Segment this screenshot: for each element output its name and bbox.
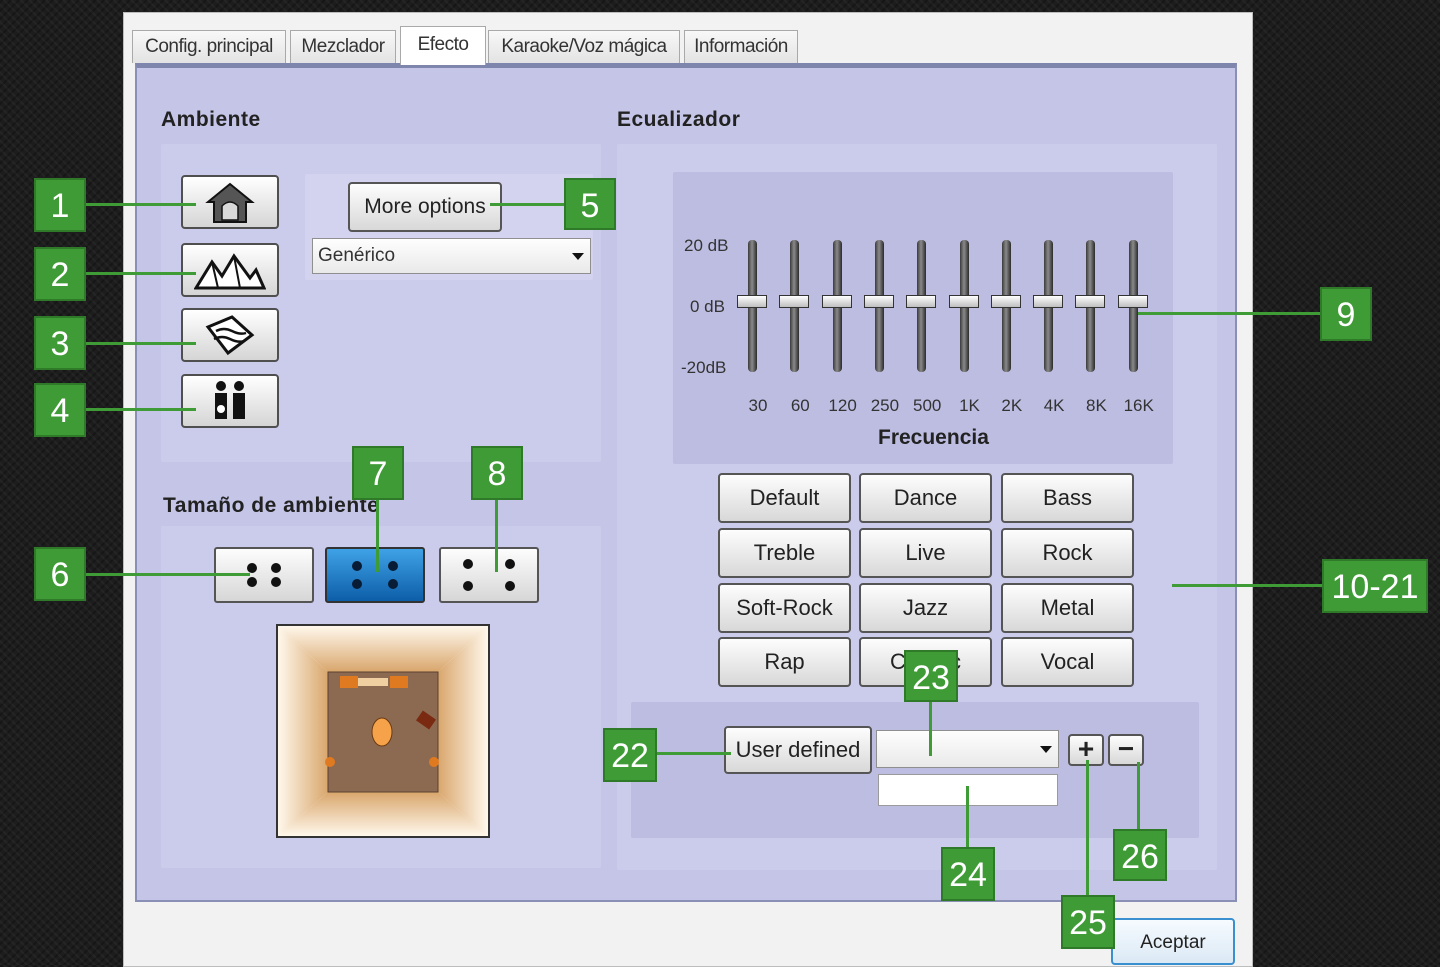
ambience-house-button[interactable] (181, 175, 279, 229)
callout-5: 5 (564, 178, 616, 230)
tamano-title: Tamaño de ambiente (163, 494, 380, 517)
eq-band-label: 500 (913, 396, 942, 415)
callout-8: 8 (471, 446, 523, 500)
medium-room-icon (350, 561, 400, 589)
callout-22: 22 (603, 728, 657, 782)
chevron-down-icon (1040, 746, 1052, 753)
callout-3: 3 (34, 316, 86, 370)
user-defined-panel (631, 702, 1199, 838)
eq-preset-default-button[interactable]: Default (718, 473, 851, 523)
user-preset-select[interactable] (876, 730, 1059, 768)
room-preview (276, 624, 490, 838)
ambiente-title: Ambiente (161, 108, 261, 131)
eq-preset-rock-button[interactable]: Rock (1001, 528, 1134, 578)
tab-karaoke[interactable]: Karaoke/Voz mágica (488, 30, 680, 63)
room-visualization (278, 626, 488, 836)
callout-leader-5 (490, 203, 570, 206)
ambience-water-button[interactable] (181, 308, 279, 362)
eq-preset-treble-button[interactable]: Treble (718, 528, 851, 578)
ambience-preset-value: Genérico (318, 245, 396, 266)
tab-config-principal[interactable]: Config. principal (132, 30, 286, 63)
eq-slider-thumb-8K[interactable] (1075, 295, 1106, 308)
callout-leader-7 (376, 500, 379, 572)
tab-efecto[interactable]: Efecto (400, 26, 486, 65)
ecualizador-title: Ecualizador (617, 108, 741, 131)
eq-slider-thumb-60[interactable] (779, 295, 810, 308)
eq-band-label: 120 (828, 396, 857, 415)
eq-preset-metal-button[interactable]: Metal (1001, 583, 1134, 633)
db-bottom-label: -20dB (681, 358, 727, 377)
callout-leader-9 (1138, 312, 1322, 315)
ambience-mountains-button[interactable] (181, 243, 279, 297)
callout-leader-23 (929, 700, 932, 756)
room-size-medium-button[interactable] (325, 547, 425, 603)
water-icon (205, 315, 255, 356)
people-icon (215, 381, 245, 419)
callout-4: 4 (34, 383, 86, 437)
eq-preset-dance-button[interactable]: Dance (859, 473, 992, 523)
callout-leader-10-21 (1172, 584, 1324, 587)
eq-band-label: 60 (790, 396, 810, 415)
eq-preset-bass-button[interactable]: Bass (1001, 473, 1134, 523)
callout-leader-26 (1137, 762, 1140, 832)
tab-informacion[interactable]: Información (684, 30, 798, 63)
eq-band-label: 250 (870, 396, 900, 415)
ambience-preset-select[interactable]: Genérico (312, 238, 591, 274)
callout-6: 6 (34, 547, 86, 601)
eq-band-label: 4K (1043, 396, 1065, 415)
user-defined-button[interactable]: User defined (724, 726, 872, 774)
eq-preset-rap-button[interactable]: Rap (718, 637, 851, 687)
eq-slider-thumb-500[interactable] (906, 295, 937, 308)
callout-23: 23 (904, 650, 958, 702)
eq-band-label: 16K (1123, 396, 1154, 415)
eq-slider-thumb-4K[interactable] (1033, 295, 1064, 308)
mountains-icon (194, 253, 266, 290)
house-icon (205, 182, 255, 223)
eq-slider-thumb-30[interactable] (737, 295, 767, 308)
callout-9: 9 (1320, 287, 1372, 341)
eq-preset-jazz-button[interactable]: Jazz (859, 583, 992, 633)
callout-26: 26 (1113, 829, 1167, 881)
callout-leader-3 (86, 342, 196, 345)
callout-7: 7 (352, 446, 404, 500)
callout-leader-22 (655, 752, 731, 755)
large-room-icon (461, 559, 517, 591)
more-options-button[interactable]: More options (348, 182, 502, 232)
callout-leader-4 (86, 408, 196, 411)
frequency-axis-label: Frecuencia (878, 426, 989, 449)
room-size-large-button[interactable] (439, 547, 539, 603)
eq-slider-thumb-16K[interactable] (1117, 295, 1148, 308)
callout-leader-6 (86, 573, 250, 576)
callout-1: 1 (34, 178, 86, 232)
callout-24: 24 (941, 847, 995, 901)
callout-25: 25 (1061, 895, 1115, 949)
eq-band-label: 2K (1001, 396, 1023, 415)
chevron-down-icon (572, 253, 584, 260)
db-top-label: 20 dB (684, 236, 729, 255)
tab-mezclador[interactable]: Mezclador (290, 30, 396, 63)
eq-slider-thumb-1K[interactable] (948, 295, 979, 308)
callout-leader-24 (966, 786, 969, 848)
small-room-icon (245, 563, 283, 587)
callout-leader-2 (86, 272, 196, 275)
eq-slider-thumb-250[interactable] (863, 295, 894, 308)
callout-2: 2 (34, 247, 86, 301)
eq-slider-thumb-2K[interactable] (990, 295, 1021, 308)
callout-leader-25 (1086, 760, 1089, 896)
eq-preset-softrock-button[interactable]: Soft-Rock (718, 583, 851, 633)
eq-preset-live-button[interactable]: Live (859, 528, 992, 578)
db-mid-label: 0 dB (690, 297, 725, 316)
ambience-people-button[interactable] (181, 374, 279, 428)
eq-slider-thumb-120[interactable] (821, 295, 852, 308)
callout-10-21: 10-21 (1322, 559, 1428, 613)
minus-icon: − (1117, 733, 1135, 764)
eq-band-label: 30 (748, 396, 768, 415)
callout-leader-8 (495, 500, 498, 572)
callout-leader-1 (86, 203, 196, 206)
eq-band-label: 1K (959, 396, 980, 415)
eq-preset-vocal-button[interactable]: Vocal (1001, 637, 1134, 687)
accept-button[interactable]: Aceptar (1111, 918, 1235, 965)
eq-band-label: 8K (1085, 396, 1107, 415)
